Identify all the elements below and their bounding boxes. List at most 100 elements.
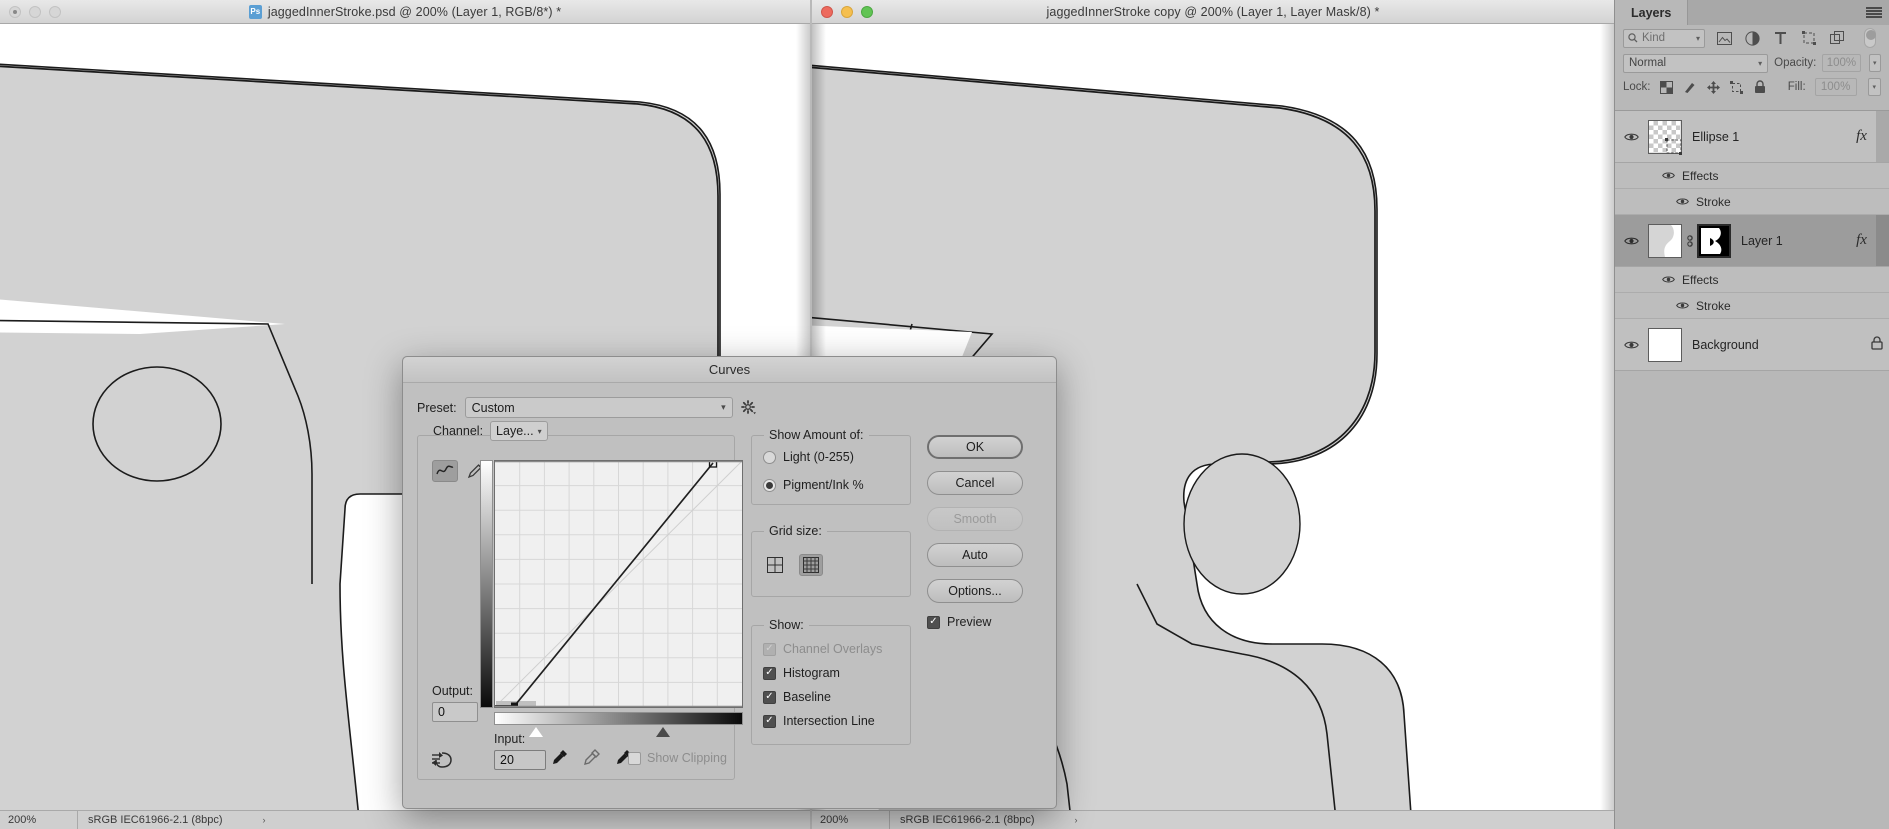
show-clipping-row[interactable]: ✓ Show Clipping xyxy=(628,751,727,765)
stroke-visibility-toggle-1[interactable] xyxy=(1674,197,1691,206)
zoom-button-left[interactable] xyxy=(49,5,61,18)
cancel-button[interactable]: Cancel xyxy=(927,471,1023,495)
layer-row-ellipse-1[interactable]: Ellipse 1 fx ∧ xyxy=(1615,111,1889,163)
checkbox-row-histogram[interactable]: ✓ Histogram xyxy=(752,666,910,680)
stroke-visibility-toggle-2[interactable] xyxy=(1674,301,1691,310)
grid-10-icon[interactable] xyxy=(799,554,823,576)
preview-row[interactable]: ✓ Preview xyxy=(927,615,1037,629)
histogram-checkbox[interactable]: ✓ xyxy=(763,666,776,680)
layer-stroke-row-layer-1[interactable]: Stroke xyxy=(1615,293,1889,319)
layer-thumbnail-layer-1[interactable] xyxy=(1648,223,1731,258)
layer-badges-background[interactable] xyxy=(1871,336,1889,353)
layer-thumb-pixel[interactable] xyxy=(1648,223,1682,258)
shape-layer-filter-icon[interactable] xyxy=(1800,30,1817,47)
titlebar-right[interactable]: jaggedInnerStroke copy @ 200% (Layer 1, … xyxy=(812,0,1614,24)
curves-graph-svg[interactable] xyxy=(494,459,743,710)
eyedropper-tools[interactable] xyxy=(552,749,632,769)
preset-row[interactable]: Preset: Custom ▾ xyxy=(417,397,757,418)
layer-visibility-toggle-background[interactable] xyxy=(1615,340,1648,350)
black-point-slider[interactable] xyxy=(529,727,543,737)
lock-all-icon[interactable] xyxy=(1753,80,1767,95)
close-button-right[interactable] xyxy=(821,5,833,18)
fill-value[interactable]: 100% xyxy=(1814,78,1857,96)
layers-list[interactable]: Ellipse 1 fx ∧ Effects xyxy=(1615,110,1889,829)
layer-row-layer-1[interactable]: Layer 1 fx ∧ xyxy=(1615,215,1889,267)
layer-name-layer-1[interactable]: Layer 1 xyxy=(1741,234,1783,248)
auto-button[interactable]: Auto xyxy=(927,543,1023,567)
curve-tools[interactable] xyxy=(432,460,482,482)
lock-image-pixels-icon[interactable] xyxy=(1683,80,1697,95)
opacity-value[interactable]: 100% xyxy=(1822,54,1861,72)
layer-name-ellipse-1[interactable]: Ellipse 1 xyxy=(1692,130,1739,144)
curves-graph[interactable] xyxy=(494,459,743,710)
color-profile-right[interactable]: sRGB IEC61966-2.1 (8bpc) › xyxy=(890,814,1078,826)
layer-effects-row-ellipse-1[interactable]: Effects xyxy=(1615,163,1889,189)
radio-pigment[interactable]: Pigment/Ink % xyxy=(752,478,910,492)
radio-light-icon[interactable] xyxy=(763,450,776,464)
minimize-button-left[interactable] xyxy=(29,5,41,18)
curves-dialog-titlebar[interactable]: Curves xyxy=(403,357,1056,383)
layers-panel[interactable]: Layers Kind ▾ Normal ▾ Opacity: 100% ▾ L… xyxy=(1614,0,1889,829)
opacity-chevron-icon[interactable]: ▾ xyxy=(1868,54,1881,72)
layer-filter-row[interactable]: Kind ▾ xyxy=(1615,25,1889,51)
layer-mask-thumbnail[interactable] xyxy=(1697,223,1731,258)
dialog-buttons[interactable]: OK Cancel Smooth Auto Options... ✓ Previ… xyxy=(927,435,1037,629)
show-clipping-checkbox[interactable]: ✓ xyxy=(628,751,641,765)
layer-fx-icon-ellipse-1[interactable]: fx xyxy=(1856,128,1867,145)
grid-4-icon[interactable] xyxy=(763,554,787,576)
lock-transparent-pixels-icon[interactable] xyxy=(1660,80,1674,95)
channel-row[interactable]: Channel: Laye... ▾ xyxy=(433,421,548,441)
layer-stroke-row-ellipse-1[interactable]: Stroke xyxy=(1615,189,1889,215)
checkbox-row-baseline[interactable]: ✓ Baseline xyxy=(752,690,910,704)
white-point-slider[interactable] xyxy=(656,727,670,737)
preset-select[interactable]: Custom ▾ xyxy=(464,397,733,418)
ok-button[interactable]: OK xyxy=(927,435,1023,459)
lock-artboard-nesting-icon[interactable] xyxy=(1729,80,1743,95)
curves-dialog[interactable]: Curves Preset: Custom ▾ Output: 0 Input:… xyxy=(402,356,1057,809)
curve-tool-icon[interactable] xyxy=(432,460,458,482)
radio-pigment-icon[interactable] xyxy=(763,478,776,492)
filter-kind-select[interactable]: Kind ▾ xyxy=(1623,28,1705,48)
set-gray-point-eyedropper[interactable] xyxy=(584,749,600,769)
fill-chevron-icon[interactable]: ▾ xyxy=(1867,78,1881,96)
color-profile-left[interactable]: sRGB IEC61966-2.1 (8bpc) › xyxy=(78,814,266,826)
channel-select[interactable]: Laye... ▾ xyxy=(490,421,548,441)
status-expand-arrow-left[interactable]: › xyxy=(263,815,266,825)
effects-visibility-toggle-1[interactable] xyxy=(1660,171,1677,180)
layers-panel-tabbar[interactable]: Layers xyxy=(1615,0,1889,25)
pixel-layer-filter-icon[interactable] xyxy=(1716,30,1733,47)
checkbox-row-channel-overlays[interactable]: ✓ Channel Overlays xyxy=(752,642,910,656)
filter-enable-toggle[interactable] xyxy=(1864,28,1876,48)
curves-dialog-body[interactable]: Preset: Custom ▾ Output: 0 Input: 20 Sho… xyxy=(403,383,1056,809)
tab-layers[interactable]: Layers xyxy=(1615,0,1689,25)
layer-visibility-toggle-ellipse-1[interactable] xyxy=(1615,132,1648,142)
checkbox-row-intersection-line[interactable]: ✓ Intersection Line xyxy=(752,714,910,728)
window-controls-left[interactable] xyxy=(9,0,61,23)
zoom-level-right[interactable]: 200% xyxy=(812,811,890,829)
set-black-point-eyedropper[interactable] xyxy=(552,749,568,769)
preview-checkbox[interactable]: ✓ xyxy=(927,615,940,629)
layer-effects-row-layer-1[interactable]: Effects xyxy=(1615,267,1889,293)
input-input[interactable]: 20 xyxy=(494,750,546,770)
lock-position-icon[interactable] xyxy=(1706,80,1720,95)
filter-type-icons[interactable] xyxy=(1716,28,1876,48)
options-button[interactable]: Options... xyxy=(927,579,1023,603)
panel-menu-icon[interactable] xyxy=(1866,7,1882,18)
mask-link-icon[interactable] xyxy=(1685,234,1694,248)
lock-row[interactable]: Lock: Fill: 100% ▾ xyxy=(1615,75,1889,99)
titlebar-left[interactable]: Ps jaggedInnerStroke.psd @ 200% (Layer 1… xyxy=(0,0,810,24)
layer-thumbnail-ellipse-1[interactable] xyxy=(1648,119,1682,155)
layer-name-background[interactable]: Background xyxy=(1692,338,1759,352)
baseline-checkbox[interactable]: ✓ xyxy=(763,690,776,704)
type-layer-filter-icon[interactable] xyxy=(1772,30,1789,47)
curve-display-options-icon[interactable] xyxy=(432,750,454,770)
blend-row[interactable]: Normal ▾ Opacity: 100% ▾ xyxy=(1615,51,1889,75)
smart-object-filter-icon[interactable] xyxy=(1828,30,1845,47)
gear-icon[interactable] xyxy=(741,400,757,416)
effects-visibility-toggle-2[interactable] xyxy=(1660,275,1677,284)
minimize-button-right[interactable] xyxy=(841,5,853,18)
adjustment-layer-filter-icon[interactable] xyxy=(1744,30,1761,47)
radio-light[interactable]: Light (0-255) xyxy=(752,450,910,464)
close-button-left[interactable] xyxy=(9,5,21,18)
layer-thumbnail-background[interactable] xyxy=(1648,327,1682,362)
